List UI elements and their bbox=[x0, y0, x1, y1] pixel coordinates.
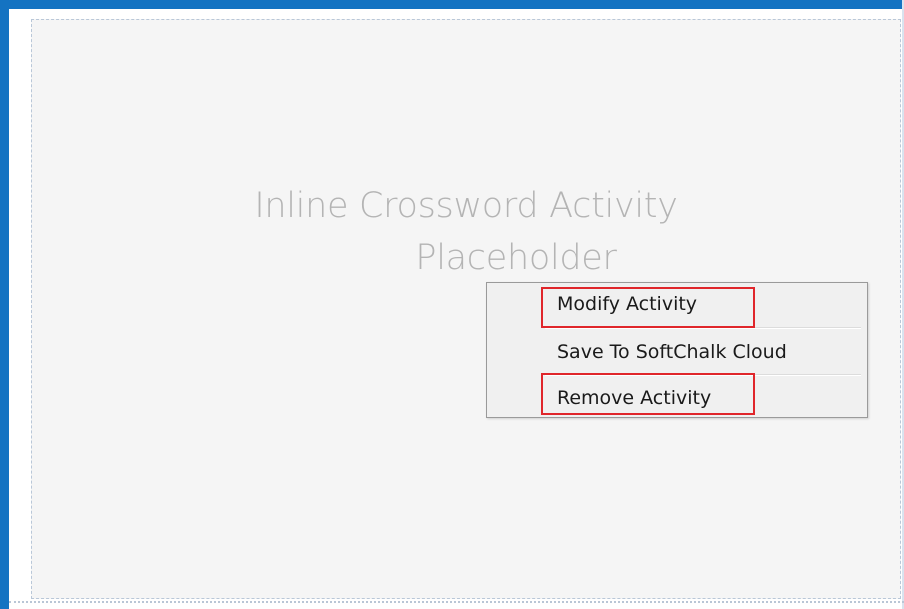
menu-item-save-to-softchalk-cloud[interactable]: Save To SoftChalk Cloud bbox=[557, 341, 787, 363]
placeholder-title-line1: Inline Crossword Activity bbox=[254, 186, 678, 226]
highlight-box-remove-activity bbox=[541, 373, 755, 415]
window-frame-left bbox=[0, 0, 9, 609]
page-bottom-divider bbox=[9, 601, 904, 603]
window-frame-top bbox=[0, 0, 904, 9]
placeholder-label: Inline Crossword Activity Placeholder bbox=[32, 180, 900, 284]
placeholder-title-line2: Placeholder bbox=[415, 238, 617, 278]
highlight-box-modify-activity bbox=[541, 287, 755, 328]
